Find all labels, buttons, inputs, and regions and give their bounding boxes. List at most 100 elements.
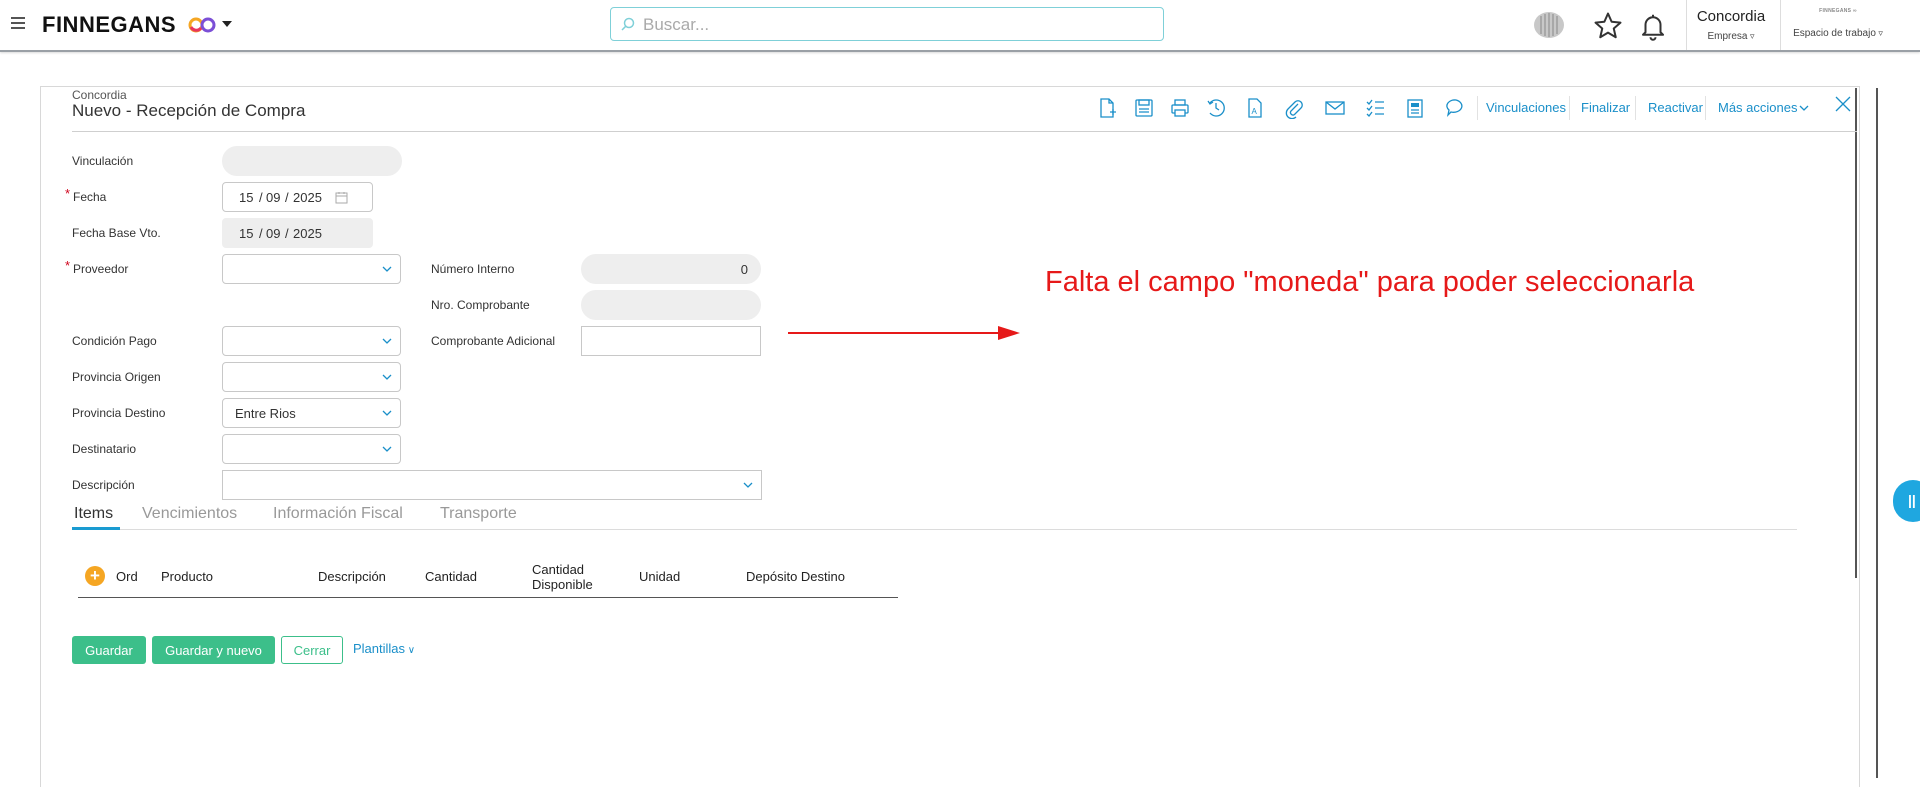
fecha-date-input[interactable]: 15 / 09 / 2025 (222, 182, 373, 212)
checklist-icon[interactable] (1365, 97, 1385, 119)
pause-icon: || (1908, 492, 1916, 508)
divider (1635, 96, 1636, 120)
attachment-icon[interactable] (1284, 97, 1304, 120)
cerrar-button[interactable]: Cerrar (281, 636, 343, 664)
search-icon (621, 17, 635, 31)
chevron-down-icon (743, 482, 753, 488)
chevron-down-icon (382, 266, 392, 272)
comment-icon[interactable] (1446, 97, 1466, 119)
descripcion-label: Descripción (72, 478, 135, 492)
chevron-down-icon (382, 410, 392, 416)
annotation-arrow (788, 326, 1020, 340)
text-document-icon[interactable]: A (1245, 97, 1265, 119)
chevron-down-icon[interactable] (1799, 104, 1809, 112)
new-document-icon[interactable] (1097, 97, 1117, 119)
fecha-label: Fecha (73, 190, 107, 204)
divider (1780, 0, 1781, 50)
column-header-descripcion[interactable]: Descripción (318, 569, 386, 584)
provincia-destino-label: Provincia Destino (72, 406, 166, 420)
brand-logo[interactable]: FINNEGANS (42, 12, 176, 38)
hamburger-menu-icon[interactable] (11, 17, 25, 29)
guardar-button[interactable]: Guardar (72, 636, 146, 664)
reactivar-link[interactable]: Reactivar (1648, 100, 1703, 115)
numero-interno-label: Número Interno (431, 262, 515, 276)
tab-vencimientos[interactable]: Vencimientos (142, 505, 237, 523)
fecha-day[interactable]: 15 (239, 190, 253, 205)
workspace-logo: FINNEGANS ∞ (1819, 8, 1857, 14)
tab-informacion-fiscal[interactable]: Información Fiscal (273, 505, 403, 523)
fecha-year[interactable]: 2025 (293, 190, 322, 205)
divider (1569, 96, 1570, 120)
provincia-origen-label: Provincia Origen (72, 370, 161, 384)
page-scrollbar[interactable] (1876, 88, 1878, 778)
chevron-down-icon (382, 338, 392, 344)
divider (1686, 0, 1687, 50)
company-name: Concordia (1696, 8, 1766, 25)
search-input[interactable] (641, 10, 1145, 40)
column-header-producto[interactable]: Producto (161, 569, 213, 584)
save-icon[interactable] (1134, 97, 1154, 119)
provincia-destino-select[interactable]: Entre Rios (222, 398, 401, 428)
finalizar-link[interactable]: Finalizar (1581, 100, 1630, 115)
side-panel-toggle[interactable]: || (1893, 480, 1920, 522)
fecha-base-vto-label: Fecha Base Vto. (72, 226, 161, 240)
condicion-pago-select[interactable] (222, 326, 401, 356)
print-icon[interactable] (1170, 97, 1190, 119)
descripcion-select[interactable] (222, 470, 762, 500)
fecha-base-vto-input: 15 / 09 / 2025 (222, 218, 373, 248)
destinatario-select[interactable] (222, 434, 401, 464)
email-icon[interactable] (1325, 97, 1345, 119)
column-header-unidad[interactable]: Unidad (639, 569, 680, 584)
grid-header-divider (78, 597, 898, 598)
notifications-bell-icon[interactable] (1638, 11, 1668, 41)
condicion-pago-label: Condición Pago (72, 334, 157, 348)
vinculacion-label: Vinculación (72, 154, 134, 168)
divider (1477, 96, 1478, 120)
nro-comprobante-field (581, 290, 761, 320)
comprobante-adicional-label: Comprobante Adicional (431, 334, 556, 348)
search-box[interactable] (610, 7, 1164, 41)
required-marker: * (65, 258, 71, 273)
proveedor-label: Proveedor (73, 262, 129, 276)
company-selector[interactable]: Concordia Empresa (1693, 8, 1769, 42)
column-header-cantidad-disponible[interactable]: Cantidad Disponible (532, 562, 612, 592)
nro-comprobante-label: Nro. Comprobante (431, 298, 530, 312)
assistant-icon[interactable] (1532, 10, 1566, 40)
chevron-down-icon (382, 446, 392, 452)
divider (72, 529, 1797, 530)
destinatario-label: Destinatario (72, 442, 137, 456)
proveedor-select[interactable] (222, 254, 401, 284)
guardar-y-nuevo-button[interactable]: Guardar y nuevo (152, 636, 275, 664)
chevron-down-icon (382, 374, 392, 380)
top-bar: FINNEGANS Concordia Empresa FINNEGANS ∞ … (0, 0, 1920, 52)
tab-items[interactable]: Items (74, 505, 113, 523)
add-item-button[interactable]: + (85, 566, 105, 586)
mas-acciones-link[interactable]: Más acciones (1718, 100, 1797, 115)
history-icon[interactable] (1206, 97, 1226, 119)
workspace-selector[interactable]: FINNEGANS ∞ Espacio de trabajo (1786, 8, 1890, 39)
vinculacion-field[interactable] (222, 146, 402, 176)
required-marker: * (65, 186, 71, 201)
tab-transporte[interactable]: Transporte (440, 505, 517, 523)
fecha-month[interactable]: 09 (266, 190, 280, 205)
company-label: Empresa (1693, 31, 1769, 42)
vinculaciones-link[interactable]: Vinculaciones (1486, 100, 1566, 115)
breadcrumb: Concordia (72, 88, 127, 102)
numero-interno-field: 0 (581, 254, 761, 284)
provincia-origen-select[interactable] (222, 362, 401, 392)
comprobante-adicional-input[interactable] (581, 326, 761, 356)
calendar-icon[interactable] (335, 191, 348, 204)
panel-scrollbar[interactable] (1855, 88, 1857, 578)
annotation-note: Falta el campo "moneda" para poder selec… (1045, 266, 1695, 298)
close-icon[interactable] (1834, 95, 1852, 113)
divider (72, 131, 1857, 132)
column-header-cantidad[interactable]: Cantidad (425, 569, 477, 584)
column-header-deposito-destino[interactable]: Depósito Destino (746, 569, 845, 584)
report-icon[interactable] (1405, 97, 1425, 119)
svg-text:A: A (1252, 107, 1258, 116)
infinity-logo-icon (188, 17, 216, 33)
brand-dropdown-caret-icon[interactable] (222, 21, 232, 27)
column-header-ord[interactable]: Ord (116, 569, 138, 584)
plantillas-dropdown[interactable]: Plantillas (353, 641, 415, 656)
favorites-star-icon[interactable] (1593, 11, 1623, 41)
